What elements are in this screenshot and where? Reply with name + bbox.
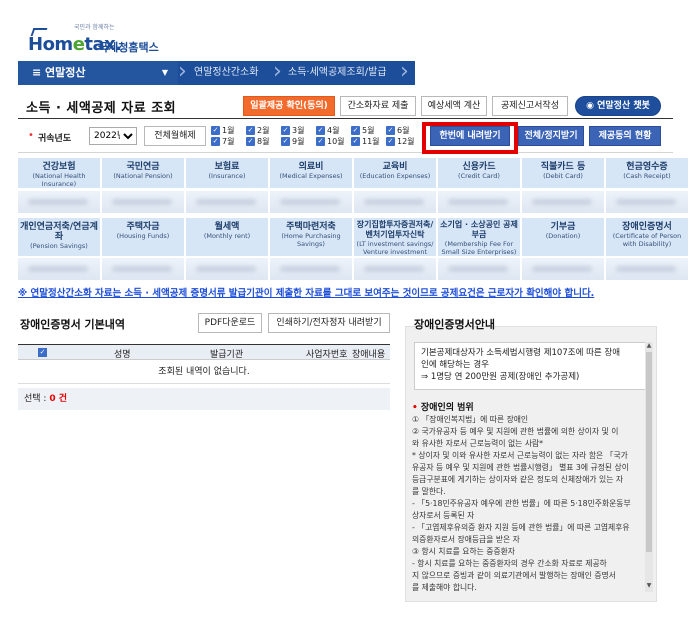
table-header: ✓ 성명 발급기관 사업자번호 장애내용 [18, 344, 390, 360]
month-checkbox-12[interactable]: ✓ 12월 [386, 137, 418, 157]
page-title: 소득 · 세액공제 자료 조회 [26, 101, 177, 116]
checkbox-checked-icon: ✓ [281, 137, 290, 146]
redacted-value [606, 191, 688, 213]
redacted-value [270, 191, 352, 213]
redacted-value [606, 258, 688, 280]
category-housing-funds[interactable]: 주택자금 (Housing Funds) [102, 218, 184, 256]
breadcrumb-item-2[interactable]: 소득·세액공제조회/발급 [288, 61, 387, 85]
redacted-value [354, 191, 436, 213]
pdf-download-button[interactable]: PDF다운로드 [198, 313, 262, 333]
scroll-down-icon[interactable]: ▼ [645, 582, 653, 589]
chevron-right-icon: › [178, 59, 187, 84]
checkbox-checked-icon: ✓ [246, 126, 255, 135]
category-medical[interactable]: 의료비 (Medical Expenses) [270, 158, 352, 188]
col-name: 성명 [114, 350, 131, 360]
range-heading: • 장애인의 범위 [412, 403, 474, 413]
redacted-value [354, 258, 436, 280]
category-disability-cert[interactable]: 장애인증명서 (Certificate of Person with Disabi… [606, 218, 688, 256]
checkbox-checked-icon: ✓ [281, 126, 290, 135]
simple-submit-button[interactable]: 간소화자료 제출 [340, 96, 416, 116]
category-health-insurance[interactable]: 건강보험 (National Health Insurance) [18, 158, 100, 188]
left-section-title: 장애인증명서 기본내역 [20, 318, 126, 331]
col-issuer: 발급기관 [210, 350, 244, 360]
selection-count: 선택 : 0 건 [18, 388, 390, 410]
required-dot: • [28, 130, 34, 141]
category-insurance[interactable]: 보험료 (Insurance) [186, 158, 268, 188]
col-business-number: 사업자번호 [306, 350, 348, 360]
scrollbar[interactable]: ▲ ▼ [645, 342, 653, 592]
chatbot-label: 연말정산 챗봇 [597, 101, 650, 111]
consent-status-button[interactable]: 제공동의 현황 [589, 126, 661, 146]
chevron-right-icon: › [400, 59, 409, 84]
month-checkbox-11[interactable]: ✓ 11월 [351, 137, 383, 157]
category-credit-card[interactable]: 신용카드 (Credit Card) [438, 158, 520, 188]
redacted-value [522, 258, 604, 280]
filter-bar: • 귀속년도 2022년 전체월해제 ✓ 1월 ✓ 7월 ✓ 2월 ✓ 8월 ✓ 3월 ✓… [18, 120, 673, 153]
month-checkbox-9[interactable]: ✓ 9월 [281, 137, 313, 157]
category-home-savings[interactable]: 주택마련저축 (Home Purchasing Savings) [270, 218, 352, 256]
redacted-value [18, 191, 100, 213]
redacted-value [522, 191, 604, 213]
chevron-right-icon: › [273, 59, 282, 84]
category-donation[interactable]: 기부금 (Donation) [522, 218, 604, 256]
category-lt-investment[interactable]: 장기집합투자증권저축/벤처기업투자신탁 (LT investment saving… [354, 218, 436, 256]
redacted-value [186, 191, 268, 213]
logo-subtitle: 국세청홈택스 [98, 41, 159, 54]
category-monthly-rent[interactable]: 월세액 (Monthly rent) [186, 218, 268, 256]
category-small-business[interactable]: 소기업 · 소상공인 공제부금 (Membership Fee For Small… [438, 218, 520, 256]
checkbox-checked-icon: ✓ [351, 126, 360, 135]
chatbot-icon: ◉ [586, 101, 598, 111]
empty-message: 조회된 내역이 없습니다. [18, 360, 390, 384]
print-download-button[interactable]: 인쇄하기/전자정자 내려받기 [268, 313, 390, 333]
chatbot-button[interactable]: ◉ 연말정산 챗봇 [575, 96, 661, 116]
checkbox-checked-icon: ✓ [316, 126, 325, 135]
category-debit-card[interactable]: 직불카드 등 (Debit Card) [522, 158, 604, 188]
redacted-value [18, 258, 100, 280]
consent-button[interactable]: 일괄제공 확인(동의) [243, 96, 335, 116]
disability-range-text: • 장애인의 범위 ① 「장애인복지법」에 따른 장애인 ② 국가유공자 등 예… [412, 402, 644, 594]
logo-tagline: 국민과 함께하는 [74, 24, 115, 31]
divider [18, 118, 673, 119]
category-pension-savings[interactable]: 개인연금저축/연금계좌 (Pension Savings) [18, 218, 100, 256]
redacted-value [186, 258, 268, 280]
checkbox-checked-icon: ✓ [211, 137, 220, 146]
category-education[interactable]: 교육비 (Education Expenses) [354, 158, 436, 188]
category-national-pension[interactable]: 국민연금 (National Pension) [102, 158, 184, 188]
redacted-value [270, 258, 352, 280]
menu-dropdown[interactable]: ≡ 연말정산 ▼ [18, 61, 178, 85]
scroll-up-icon[interactable]: ▲ [645, 342, 653, 349]
breadcrumb-item-1[interactable]: 연말정산간소화 [194, 61, 258, 85]
checkbox-checked-icon: ✓ [316, 137, 325, 146]
year-label: 귀속년도 [38, 134, 72, 144]
clear-all-months-button[interactable]: 전체월해제 [144, 126, 206, 146]
month-checkbox-8[interactable]: ✓ 8월 [246, 137, 278, 157]
nav-bar: ≡ 연말정산 ▼ › 연말정산간소화 › 소득·세액공제조회/발급 › [18, 61, 415, 85]
month-checkbox-10[interactable]: ✓ 10월 [316, 137, 348, 157]
category-cash-receipt[interactable]: 현금영수증 (Cash Receipt) [606, 158, 688, 188]
tax-calc-button[interactable]: 예상세액 계산 [421, 96, 487, 116]
col-disability: 장애내용 [352, 350, 386, 360]
info-summary-box: 기본공제대상자가 소득세법시행령 제107조에 따른 장애 인에 해당하는 경우… [414, 342, 646, 390]
deduction-form-button[interactable]: 공제신고서작성 [492, 96, 568, 116]
right-section-title: 장애인증명서안내 [414, 318, 495, 331]
redacted-value [102, 258, 184, 280]
highlight-box [422, 122, 518, 154]
month-checkbox-7[interactable]: ✓ 7월 [211, 137, 243, 157]
select-all-checkbox[interactable]: ✓ [38, 348, 47, 357]
checkbox-checked-icon: ✓ [386, 126, 395, 135]
hamburger-icon: ≡ [32, 66, 46, 79]
redacted-value [438, 258, 520, 280]
checkbox-checked-icon: ✓ [211, 126, 220, 135]
year-select[interactable]: 2022년 [89, 127, 137, 145]
caret-down-icon: ▼ [161, 68, 168, 77]
checkbox-checked-icon: ✓ [246, 137, 255, 146]
checkbox-checked-icon: ✓ [351, 137, 360, 146]
scroll-thumb[interactable] [646, 352, 652, 552]
checkbox-checked-icon: ✓ [386, 137, 395, 146]
print-all-button[interactable]: 전체/정지받기 [518, 126, 584, 146]
menu-label: 연말정산 [45, 66, 86, 79]
notice-text: ※ 연말정산간소화 자료는 소득 · 세액공제 증명서류 발급기관이 제출한 자… [18, 288, 595, 299]
redacted-value [102, 191, 184, 213]
redacted-value [438, 191, 520, 213]
